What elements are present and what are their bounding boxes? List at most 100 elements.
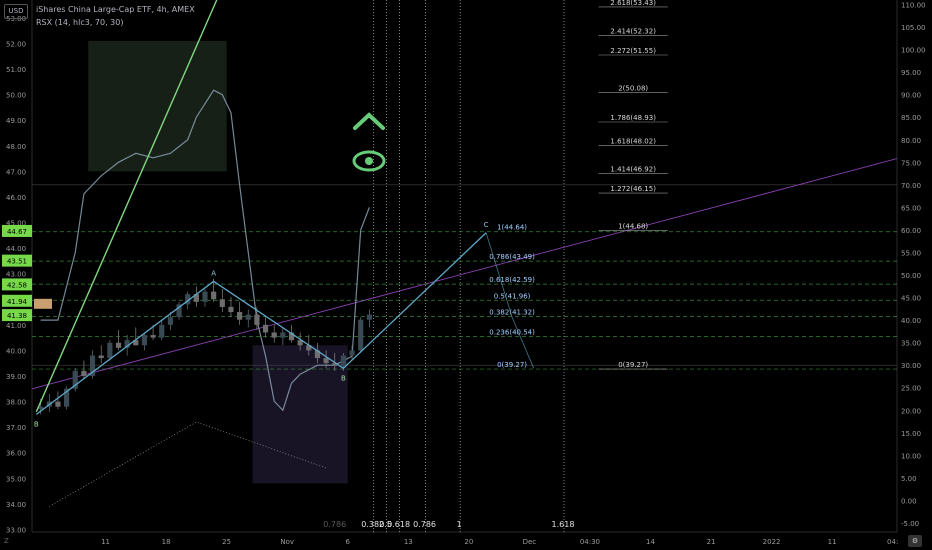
candle-body [323,358,329,364]
retracement-label: 1(44.64) [497,224,527,232]
price-tick-label: 43.00 [6,271,26,279]
fib-extension-label: 2.414(52.32) [610,27,656,35]
time-tick-label: 6 [345,538,350,546]
time-tick-label: 14 [646,538,655,546]
fib-extension-label: 2(50.08) [618,85,648,93]
retracement-label: 0.786(43.49) [489,253,535,261]
indicator-label[interactable]: RSX (14, hlc3, 70, 30) [36,18,123,27]
rsx-tick-label: 110.00 [901,2,926,10]
price-tick-label: 48.00 [6,143,26,151]
fib-extension-label: 1(44.68) [618,223,648,231]
retracement-label: 0.618(42.59) [489,276,535,284]
candle-body [366,314,372,320]
candle-body [98,355,104,359]
rsx-tick-label: 5.00 [901,475,917,483]
candle-body [150,335,156,338]
price-tick-label: 38.00 [6,399,26,407]
price-tick-label: 47.00 [6,168,26,176]
gear-icon[interactable]: ⚙ [908,535,922,547]
rsx-tick-label: 45.00 [901,295,921,303]
rsx-tick-label: -5.00 [901,520,919,528]
time-tick-label: 11 [101,538,110,546]
price-tick-label: 50.00 [6,92,26,100]
wave-point-label: A [211,269,216,277]
price-tick-label: 40.00 [6,347,26,355]
candle-body [107,342,113,359]
candle-body [254,314,260,325]
time-tick-label: 18 [162,538,171,546]
price-badge-label: 41.38 [7,312,27,320]
current-price-marker [34,298,52,309]
wave-point-label: B [34,420,39,428]
price-tick-label: 49.00 [6,117,26,125]
price-chart[interactable]: 53.0052.0051.0050.0049.0048.0047.0046.00… [0,0,932,550]
time-tick-label: 04: [887,538,898,546]
time-tick-label: 21 [707,538,716,546]
rsx-tick-label: 105.00 [901,24,926,32]
candle-body [167,317,173,325]
rsx-tick-label: 60.00 [901,227,921,235]
fib-extension-label: 1.414(46.92) [610,165,656,173]
retracement-label: 0.5(41.96) [494,292,531,300]
rsx-tick-label: 35.00 [901,340,921,348]
faded-time-label: 0.786 [323,520,346,529]
time-fib-label: 1.618 [552,520,575,529]
candle-body [340,355,346,366]
candle-body [141,335,148,346]
candle-body [349,350,355,356]
candle-body [81,370,87,376]
wave-point-label: B [341,374,346,382]
candle-body [358,319,364,351]
price-tick-label: 44.00 [6,245,26,253]
candle-body [271,332,277,338]
rsx-tick-label: 25.00 [901,385,921,393]
rsx-tick-label: 10.00 [901,452,921,460]
retracement-label: 0.236(40.54) [489,329,535,337]
price-tick-label: 46.00 [6,194,26,202]
zoom-label[interactable]: Z [4,537,9,545]
price-tick-label: 34.00 [6,501,26,509]
candle-body [219,299,225,307]
fib-extension-label: 2.618(53.43) [610,0,656,7]
price-tick-label: 36.00 [6,450,26,458]
price-tick-label: 41.00 [6,322,26,330]
rsx-tick-label: 15.00 [901,430,921,438]
candle-body [115,342,122,348]
fib-extension-label: 1.618(48.02) [610,137,656,145]
time-tick-label: 20 [464,538,473,546]
time-tick-label: 11 [828,538,837,546]
rsx-tick-label: 20.00 [901,407,921,415]
candle-body [211,291,217,300]
eye-pupil [365,157,373,165]
fib-extension-label: 1.786(48.93) [610,114,656,122]
retracement-label: 0.382(41.32) [489,309,535,317]
time-fib-label: 0.786 [413,520,436,529]
rsx-tick-label: 100.00 [901,47,926,55]
analysis-zone-high [88,40,227,172]
rsx-tick-label: 65.00 [901,204,921,212]
candle-body [245,314,251,320]
candle-body [202,291,208,302]
price-badge-label: 43.51 [7,258,27,266]
fib-extension-label: 0(39.27) [618,361,648,369]
price-badge-label: 44.67 [7,228,27,236]
candle-body [55,401,61,407]
currency-badge[interactable]: USD [4,4,28,19]
rsx-tick-label: 70.00 [901,182,921,190]
rsx-tick-label: 95.00 [901,69,921,77]
price-tick-label: 39.00 [6,373,26,381]
time-tick-label: Nov [280,538,294,546]
fib-extension-label: 1.272(46.15) [610,185,656,193]
rsx-tick-label: 75.00 [901,159,921,167]
wave-point-label: C [484,221,489,229]
candle-body [228,306,234,313]
candle-body [237,312,243,320]
rsx-tick-label: 55.00 [901,249,921,257]
chart-title: iShares China Large-Cap ETF, 4h, AMEX [36,5,195,14]
price-tick-label: 33.00 [6,526,26,534]
rsx-tick-label: 40.00 [901,317,921,325]
price-tick-label: 51.00 [6,66,26,74]
time-tick-label: 2022 [763,538,781,546]
rsx-tick-label: 90.00 [901,92,921,100]
rsx-tick-label: 50.00 [901,272,921,280]
